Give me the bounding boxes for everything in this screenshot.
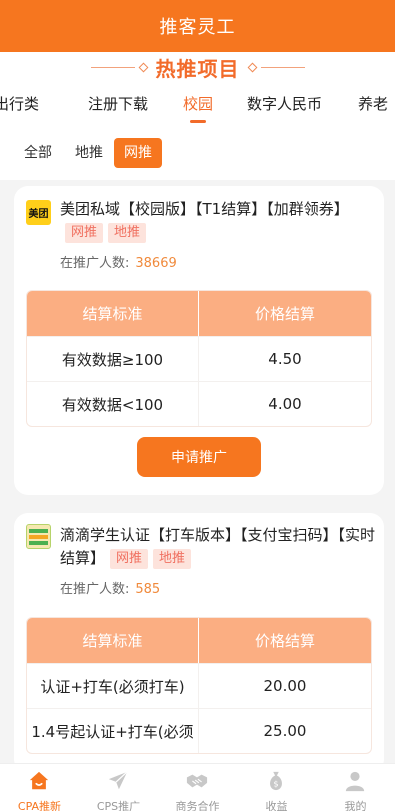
promoter-count: 在推广人数: 585 bbox=[60, 578, 160, 597]
table-cell-standard: 有效数据≥100 bbox=[27, 337, 199, 381]
project-card[interactable]: 美团 美团私域【校园版】【T1结算】【加群领券】网推 地推 在推广人数: 38669… bbox=[14, 186, 384, 495]
section-title: 热推项目 bbox=[155, 56, 240, 81]
nav-label: CPS推广 bbox=[96, 800, 141, 811]
filter-bar: 全部 地推 网推 bbox=[0, 126, 395, 180]
promoter-number: 585 bbox=[135, 582, 161, 597]
nav-cpa[interactable]: CPA推新 bbox=[0, 764, 79, 811]
nav-business[interactable]: 商务合作 bbox=[158, 764, 237, 811]
didi-logo bbox=[26, 524, 51, 549]
table-cell-price: 4.00 bbox=[268, 395, 302, 413]
nav-label: 商务合作 bbox=[175, 800, 220, 811]
price-table: 结算标准 价格结算 有效数据≥100 4.50 有效数据<100 4.00 bbox=[26, 290, 372, 427]
project-title: 滴滴学生认证【打车版本】【支付宝扫码】【实时结算】 网推 地推 bbox=[60, 524, 376, 570]
table-cell-price: 25.00 bbox=[263, 722, 307, 740]
bottom-nav: CPA推新 CPS推广 商务合作 $ 收益 我的 bbox=[0, 763, 395, 811]
tag-online: 网推 bbox=[110, 549, 149, 569]
nav-cps[interactable]: CPS推广 bbox=[79, 764, 158, 811]
table-cell-standard: 认证+打车(必须打车) bbox=[27, 664, 199, 708]
tab-register-download[interactable]: 注册下载 bbox=[88, 93, 148, 114]
promoter-label: 在推广人数: bbox=[60, 256, 130, 271]
apply-promotion-button[interactable]: 申请推广 bbox=[137, 437, 261, 477]
section-hero: 热推项目 bbox=[0, 52, 395, 82]
table-header: 结算标准 价格结算 bbox=[27, 618, 371, 663]
tag-online: 网推 bbox=[65, 223, 104, 243]
promoter-number: 38669 bbox=[135, 256, 177, 271]
table-row: 1.4号起认证+打车(必须 25.00 bbox=[27, 708, 371, 753]
project-card[interactable]: 滴滴学生认证【打车版本】【支付宝扫码】【实时结算】 网推 地推 在推广人数: 585 … bbox=[14, 513, 384, 773]
filter-online[interactable]: 网推 bbox=[114, 138, 162, 168]
diamond-icon bbox=[138, 62, 148, 72]
filter-all[interactable]: 全部 bbox=[24, 138, 52, 168]
table-cell-price: 20.00 bbox=[263, 677, 307, 695]
svg-text:$: $ bbox=[273, 779, 278, 789]
tab-campus[interactable]: 校园 bbox=[183, 93, 213, 114]
nav-label: 收益 bbox=[265, 800, 288, 811]
handshake-icon bbox=[186, 774, 208, 788]
app-title: 推客灵工 bbox=[159, 17, 236, 38]
hero-line-right bbox=[260, 66, 305, 68]
project-title-text: 美团私域【校园版】【T1结算】【加群领券】 bbox=[60, 200, 349, 218]
meituan-logo: 美团 bbox=[26, 200, 51, 225]
filter-offline[interactable]: 地推 bbox=[75, 138, 103, 168]
table-cell-standard: 1.4号起认证+打车(必须 bbox=[27, 709, 199, 753]
table-row: 有效数据<100 4.00 bbox=[27, 381, 371, 426]
hero-line-left bbox=[90, 66, 135, 68]
project-title-text: 滴滴学生认证【打车版本】【支付宝扫码】【实时结算】 bbox=[60, 526, 376, 567]
tab-travel[interactable]: 出行类 bbox=[0, 93, 39, 114]
money-bag-icon: $ bbox=[270, 771, 282, 791]
app-header: 推客灵工 bbox=[0, 0, 395, 52]
tab-elderly-care[interactable]: 养老 bbox=[358, 93, 388, 114]
table-header: 结算标准 价格结算 bbox=[27, 291, 371, 336]
nav-mine[interactable]: 我的 bbox=[316, 764, 395, 811]
category-tabs: 出行类 注册下载 校园 数字人民币 养老 bbox=[0, 82, 395, 126]
nav-label: 我的 bbox=[344, 800, 367, 811]
header-settlement-price: 价格结算 bbox=[254, 305, 315, 323]
nav-label: CPA推新 bbox=[17, 800, 62, 811]
logo-text: 美团 bbox=[28, 209, 49, 220]
tag-offline: 地推 bbox=[108, 223, 147, 243]
nav-earnings[interactable]: $ 收益 bbox=[237, 764, 316, 811]
table-cell-price: 4.50 bbox=[268, 350, 302, 368]
header-settlement-standard: 结算标准 bbox=[27, 291, 199, 336]
user-icon bbox=[345, 771, 365, 792]
tab-digital-rmb[interactable]: 数字人民币 bbox=[247, 93, 322, 114]
home-icon bbox=[29, 771, 49, 790]
table-row: 有效数据≥100 4.50 bbox=[27, 336, 371, 381]
project-title: 美团私域【校园版】【T1结算】【加群领券】网推 地推 bbox=[60, 198, 376, 244]
header-settlement-price: 价格结算 bbox=[254, 632, 315, 650]
price-table: 结算标准 价格结算 认证+打车(必须打车) 20.00 1.4号起认证+打车(必… bbox=[26, 617, 372, 754]
table-cell-standard: 有效数据<100 bbox=[27, 382, 199, 426]
promoter-label: 在推广人数: bbox=[60, 582, 130, 597]
active-tab-indicator bbox=[190, 120, 206, 123]
diamond-icon bbox=[247, 62, 257, 72]
header-settlement-standard: 结算标准 bbox=[27, 618, 199, 663]
tag-offline: 地推 bbox=[153, 549, 192, 569]
table-row: 认证+打车(必须打车) 20.00 bbox=[27, 663, 371, 708]
send-icon bbox=[108, 771, 128, 790]
promoter-count: 在推广人数: 38669 bbox=[60, 252, 177, 271]
